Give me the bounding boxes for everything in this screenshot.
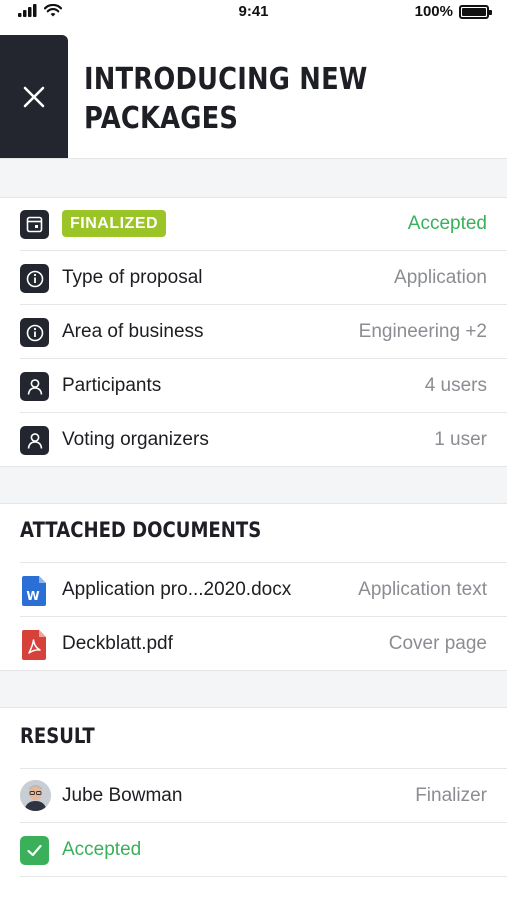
documents-section-title: ATTACHED DOCUMENTS bbox=[20, 518, 262, 542]
status-value: Accepted bbox=[407, 213, 487, 234]
calendar-icon bbox=[20, 210, 49, 239]
result-section-title: RESULT bbox=[20, 724, 95, 748]
status-badge: FINALIZED bbox=[62, 210, 167, 237]
detail-row-organizers[interactable]: Voting organizers 1 user bbox=[0, 413, 507, 467]
svg-text:W: W bbox=[26, 589, 39, 603]
detail-row-type[interactable]: Type of proposal Application bbox=[0, 251, 507, 305]
checkmark-icon bbox=[20, 836, 49, 865]
person-icon bbox=[20, 426, 49, 455]
result-person-role: Finalizer bbox=[415, 785, 487, 806]
info-icon bbox=[20, 264, 49, 293]
detail-value: Application bbox=[394, 267, 487, 288]
detail-label: Voting organizers bbox=[62, 429, 209, 450]
result-outcome-row: Accepted bbox=[0, 823, 507, 877]
battery-percent: 100% bbox=[414, 3, 453, 20]
detail-value: Engineering +2 bbox=[358, 321, 487, 342]
word-doc-icon: W bbox=[22, 576, 46, 606]
document-item[interactable]: W Application pro...2020.docx Applicatio… bbox=[0, 563, 507, 617]
document-type: Cover page bbox=[388, 633, 487, 654]
section-separator bbox=[0, 466, 507, 504]
avatar bbox=[20, 780, 51, 811]
info-icon bbox=[20, 318, 49, 347]
page-title-line2: PACKAGES bbox=[84, 101, 239, 136]
result-person-name: Jube Bowman bbox=[62, 785, 183, 806]
document-name: Deckblatt.pdf bbox=[62, 633, 173, 654]
document-item[interactable]: Deckblatt.pdf Cover page bbox=[0, 617, 507, 671]
close-icon bbox=[23, 86, 45, 108]
page-title-line1: INTRODUCING NEW bbox=[84, 62, 368, 97]
result-outcome: Accepted bbox=[62, 839, 142, 860]
pdf-doc-icon bbox=[22, 630, 46, 660]
status-bar: 9:41 100% bbox=[0, 0, 507, 26]
person-icon bbox=[20, 372, 49, 401]
document-type: Application text bbox=[358, 579, 487, 600]
section-separator bbox=[0, 158, 507, 198]
detail-label: Participants bbox=[62, 375, 162, 396]
page-title: INTRODUCING NEW PACKAGES bbox=[84, 60, 428, 138]
detail-value: 1 user bbox=[434, 429, 487, 450]
close-button[interactable] bbox=[0, 35, 68, 159]
battery-icon bbox=[459, 4, 492, 19]
result-person-row[interactable]: Jube Bowman Finalizer bbox=[0, 769, 507, 823]
detail-label: Area of business bbox=[62, 321, 204, 342]
detail-value: 4 users bbox=[424, 375, 487, 396]
status-row: FINALIZED Accepted bbox=[0, 197, 507, 251]
detail-label: Type of proposal bbox=[62, 267, 203, 288]
detail-row-area[interactable]: Area of business Engineering +2 bbox=[0, 305, 507, 359]
battery-group: 100% bbox=[414, 3, 492, 20]
section-separator bbox=[0, 670, 507, 708]
detail-row-participants[interactable]: Participants 4 users bbox=[0, 359, 507, 413]
document-name: Application pro...2020.docx bbox=[62, 579, 292, 600]
